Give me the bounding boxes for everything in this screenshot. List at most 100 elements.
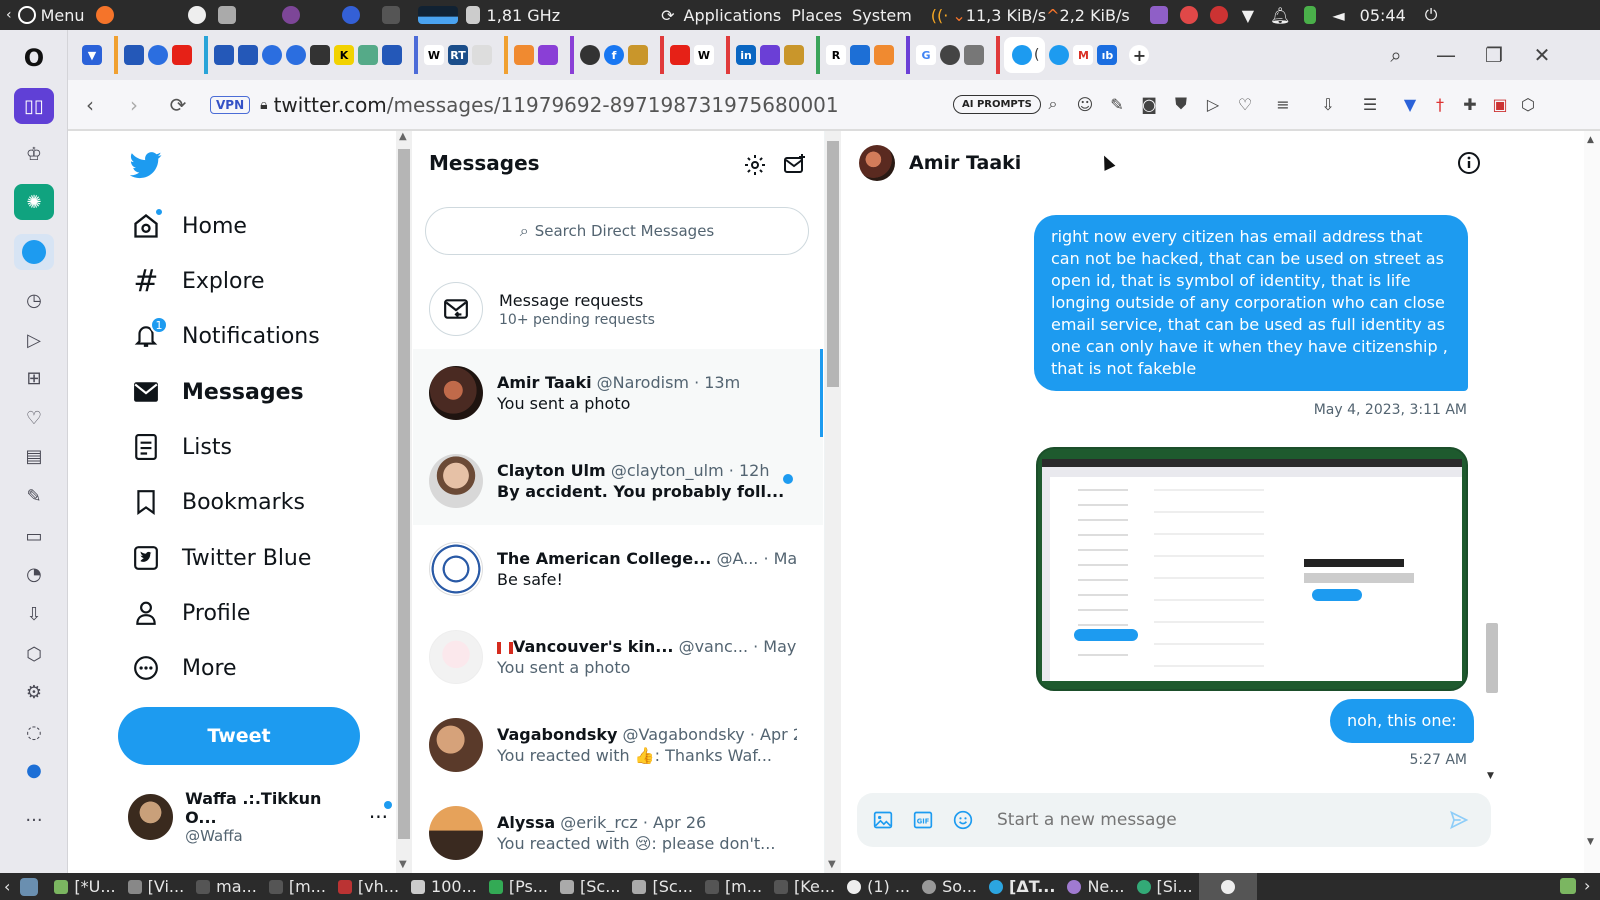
conversation-scrollbar[interactable]: ▼ <box>1483 193 1499 783</box>
more-dots-icon[interactable]: ··· <box>369 801 392 829</box>
reader-icon[interactable]: ▯▯ <box>14 88 54 124</box>
heart-icon[interactable]: ♡ <box>1235 94 1255 114</box>
messages-scrollbar[interactable]: ▼ <box>825 131 841 873</box>
extension-icon[interactable]: † <box>1430 94 1450 114</box>
message-image[interactable] <box>1036 447 1468 691</box>
tab-favicon[interactable]: K <box>334 45 354 65</box>
settings-icon[interactable]: ⚙ <box>14 674 54 710</box>
taskbar-item[interactable]: (1) ... <box>841 873 916 900</box>
minimize-icon[interactable]: — <box>1424 30 1468 80</box>
nav-home[interactable]: Home <box>130 201 247 251</box>
terminal-icon[interactable] <box>381 6 400 24</box>
wifi-icon[interactable]: ((· <box>931 6 949 25</box>
conversation-item[interactable]: Alyssa @erik_rcz · Apr 26 You reacted wi… <box>413 789 823 873</box>
youtube-favicon[interactable] <box>172 45 192 65</box>
close-icon[interactable]: ✕ <box>1520 30 1564 80</box>
shield-icon[interactable]: ⛊ <box>1171 94 1191 114</box>
researchgate-favicon[interactable]: R <box>826 45 846 65</box>
chat-bubble-icon[interactable]: ● <box>14 752 54 788</box>
applications-menu[interactable]: Applications <box>679 6 787 25</box>
nav-twitter-blue[interactable]: Twitter Blue <box>130 533 311 583</box>
emoji-icon[interactable] <box>951 808 975 832</box>
scroll-right-icon[interactable]: › <box>1584 876 1590 895</box>
message-input[interactable] <box>997 810 1417 830</box>
search-input[interactable]: ⌕ Search Direct Messages <box>425 207 809 255</box>
cube-icon[interactable]: ⬡ <box>14 636 54 672</box>
vpn-badge[interactable]: VPN <box>210 95 251 114</box>
new-message-icon[interactable] <box>783 153 807 177</box>
more-dots-icon[interactable]: ··· <box>14 802 54 838</box>
linkedin-favicon[interactable]: in <box>736 45 756 65</box>
trash-icon[interactable] <box>1560 878 1576 894</box>
new-tab-icon[interactable]: + <box>1129 45 1150 65</box>
reload-icon[interactable]: ⟳ <box>156 93 200 117</box>
wikipedia-favicon[interactable]: W <box>424 45 444 65</box>
scrollbar-thumb[interactable] <box>1486 623 1498 693</box>
taskbar-item[interactable]: [Sc... <box>626 873 698 900</box>
gmail-favicon[interactable]: M <box>1073 45 1094 65</box>
places-menu[interactable]: Places <box>786 6 847 25</box>
taskbar-item[interactable]: 100... <box>405 873 483 900</box>
twitter-logo-icon[interactable] <box>130 149 162 181</box>
tab-favicon[interactable]: ▼ <box>82 45 102 65</box>
heart-icon[interactable]: ♡ <box>14 400 54 436</box>
message-bubble[interactable]: noh, this one: <box>1330 699 1474 743</box>
workspaces-icon[interactable] <box>964 45 984 65</box>
tab-favicon[interactable] <box>124 45 144 65</box>
tab-favicon[interactable] <box>286 45 306 65</box>
tab-favicon[interactable] <box>262 45 282 65</box>
news-icon[interactable]: ▤ <box>14 438 54 474</box>
conversation-header[interactable]: Amir Taaki <box>843 131 1503 195</box>
volume-icon[interactable]: ◄ <box>1332 6 1344 25</box>
send-icon[interactable]: ▷ <box>14 322 54 358</box>
scroll-down-icon[interactable]: ▼ <box>1487 771 1494 781</box>
scroll-down-icon[interactable]: ▼ <box>1587 837 1594 847</box>
settings-gears-icon[interactable] <box>217 6 236 24</box>
bulb-icon[interactable]: ◌ <box>14 714 54 750</box>
download-icon[interactable]: ⇩ <box>1318 94 1338 114</box>
inkscape-icon[interactable] <box>187 6 206 24</box>
message-bubble[interactable]: right now every citizen has email addres… <box>1034 215 1468 391</box>
tab-favicon[interactable] <box>472 45 492 65</box>
crown-icon[interactable]: ♔ <box>14 136 54 172</box>
taskbar-item[interactable]: [*U... <box>48 873 121 900</box>
tab-favicon[interactable] <box>238 45 258 65</box>
puzzle-icon[interactable]: ✚ <box>1460 94 1480 114</box>
page-scrollbar[interactable]: ▲ ▼ <box>1584 131 1600 873</box>
scrollbar-thumb[interactable] <box>827 141 839 387</box>
extension-icon[interactable]: ▼ <box>1400 94 1420 114</box>
tab-favicon[interactable] <box>538 45 558 65</box>
taskbar-item[interactable]: [Ke... <box>768 873 841 900</box>
tab-search-icon[interactable]: ⌕ <box>1374 30 1418 80</box>
search-zoom-icon[interactable]: ⌕ <box>1043 94 1063 114</box>
record-icon[interactable] <box>1209 6 1228 24</box>
nav-explore[interactable]: # Explore <box>130 256 264 306</box>
taskbar-item[interactable]: [ΔT... <box>983 873 1061 900</box>
twitter-favicon[interactable] <box>1049 45 1070 65</box>
opera-icon[interactable] <box>341 6 360 24</box>
tweet-button[interactable]: Tweet <box>118 707 360 765</box>
emoji-icon[interactable]: ☺ <box>1075 94 1095 114</box>
tab-favicon[interactable] <box>382 45 402 65</box>
message-requests[interactable]: Message requests 10+ pending requests <box>413 271 823 347</box>
conversation-item[interactable]: Amir Taaki @Narodism · 13m You sent a ph… <box>413 349 823 437</box>
clock[interactable]: 05:44 <box>1355 6 1411 25</box>
image-icon[interactable] <box>871 808 895 832</box>
forward-icon[interactable]: › <box>112 93 156 117</box>
restore-icon[interactable]: ❐ <box>1472 30 1516 80</box>
menu-button[interactable]: ‹ Menu <box>0 0 120 30</box>
twitter-sidebar-icon[interactable] <box>14 234 54 270</box>
player-icon[interactable]: ◷ <box>14 282 54 318</box>
conversation-item[interactable]: The American College... @A... · May 6 Be… <box>413 525 823 613</box>
tab-favicon[interactable] <box>940 45 960 65</box>
history-icon[interactable]: ◔ <box>14 556 54 592</box>
taskbar-item-active[interactable] <box>1198 873 1257 900</box>
scroll-up-icon[interactable]: ▲ <box>1587 135 1594 145</box>
taskbar-item[interactable]: [Sc... <box>554 873 626 900</box>
scrollbar-thumb[interactable] <box>398 149 410 839</box>
metamask-favicon[interactable] <box>514 45 534 65</box>
apps-grid-icon[interactable]: ⊞ <box>14 360 54 396</box>
settings-icon[interactable] <box>743 153 767 177</box>
chatgpt-icon[interactable]: ✺ <box>14 184 54 220</box>
send-icon[interactable] <box>1447 808 1471 832</box>
